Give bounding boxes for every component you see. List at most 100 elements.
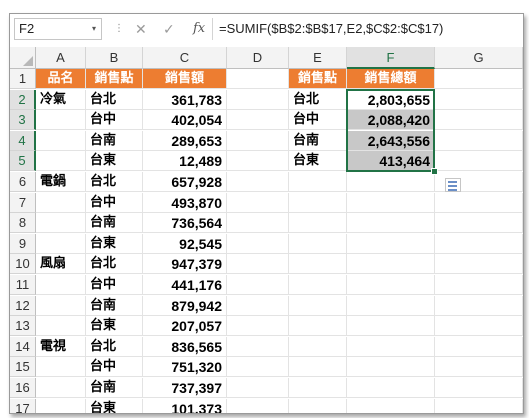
empty-cell[interactable] (289, 295, 347, 316)
sales-cell[interactable]: 836,565 (143, 336, 227, 357)
sales-cell[interactable]: 12,489 (143, 151, 227, 172)
location-cell[interactable]: 台中 (86, 110, 143, 131)
empty-cell[interactable] (289, 336, 347, 357)
location-cell[interactable]: 台中 (86, 275, 143, 295)
location-cell[interactable]: 台南 (86, 378, 143, 398)
empty-cell[interactable] (347, 233, 435, 254)
product-cell[interactable]: 電視 (36, 336, 86, 357)
sales-cell[interactable]: 441,176 (143, 275, 227, 295)
location-cell[interactable]: 台東 (86, 398, 143, 413)
empty-cell[interactable] (227, 192, 289, 213)
summary-location-cell[interactable]: 台南 (289, 130, 347, 151)
sales-cell[interactable]: 207,057 (143, 316, 227, 337)
empty-cell[interactable] (435, 233, 523, 254)
product-cell[interactable] (36, 110, 86, 131)
summary-total-cell[interactable]: 413,464 (347, 151, 435, 172)
empty-cell[interactable] (289, 357, 347, 378)
row-header-7[interactable]: 7 (10, 192, 36, 213)
empty-cell[interactable] (227, 151, 289, 172)
summary-location-cell[interactable]: 台北 (289, 89, 347, 110)
sales-cell[interactable]: 92,545 (143, 233, 227, 254)
column-header-b[interactable]: B (86, 47, 143, 69)
name-box[interactable]: F2 ▾ (14, 18, 102, 40)
row-header-11[interactable]: 11 (10, 275, 36, 295)
enter-icon[interactable]: ✓ (163, 19, 175, 39)
empty-cell[interactable] (289, 233, 347, 254)
row-header-3[interactable]: 3 (10, 110, 36, 131)
empty-cell[interactable] (227, 336, 289, 357)
table-header-cell[interactable]: 銷售額 (143, 69, 227, 89)
sales-cell[interactable]: 402,054 (143, 110, 227, 131)
column-header-d[interactable]: D (227, 47, 289, 69)
product-cell[interactable] (36, 378, 86, 398)
row-header-9[interactable]: 9 (10, 233, 36, 254)
empty-cell[interactable] (227, 213, 289, 234)
empty-cell[interactable] (227, 357, 289, 378)
empty-cell[interactable] (289, 254, 347, 275)
row-header-1[interactable]: 1 (10, 69, 36, 89)
column-header-a[interactable]: A (36, 47, 86, 69)
empty-cell[interactable] (435, 192, 523, 213)
sales-cell[interactable]: 289,653 (143, 130, 227, 151)
row-header-10[interactable]: 10 (10, 254, 36, 275)
empty-cell[interactable] (289, 378, 347, 398)
chevron-down-icon[interactable]: ▾ (92, 19, 96, 39)
product-cell[interactable] (36, 192, 86, 213)
location-cell[interactable]: 台東 (86, 233, 143, 254)
empty-cell[interactable] (347, 398, 435, 413)
empty-cell[interactable] (289, 172, 347, 192)
empty-cell[interactable] (227, 295, 289, 316)
empty-cell[interactable] (435, 357, 523, 378)
empty-cell[interactable] (435, 151, 523, 172)
product-cell[interactable]: 電鍋 (36, 172, 86, 192)
empty-cell[interactable] (227, 110, 289, 131)
empty-cell[interactable] (435, 89, 523, 110)
summary-header-cell[interactable]: 銷售點 (289, 69, 347, 89)
row-header-2[interactable]: 2 (10, 89, 36, 110)
quick-analysis-icon[interactable] (445, 178, 461, 192)
empty-cell[interactable] (435, 69, 523, 89)
sales-cell[interactable]: 751,320 (143, 357, 227, 378)
select-all-button[interactable] (10, 47, 36, 69)
product-cell[interactable] (36, 295, 86, 316)
location-cell[interactable]: 台南 (86, 130, 143, 151)
column-header-f[interactable]: F (347, 47, 435, 69)
empty-cell[interactable] (347, 295, 435, 316)
row-header-16[interactable]: 16 (10, 378, 36, 398)
empty-cell[interactable] (227, 172, 289, 192)
summary-total-cell[interactable]: 2,088,420 (347, 110, 435, 131)
row-header-6[interactable]: 6 (10, 172, 36, 192)
location-cell[interactable]: 台北 (86, 89, 143, 110)
empty-cell[interactable] (435, 378, 523, 398)
empty-cell[interactable] (227, 254, 289, 275)
empty-cell[interactable] (227, 130, 289, 151)
table-header-cell[interactable]: 品名 (36, 69, 86, 89)
empty-cell[interactable] (289, 192, 347, 213)
empty-cell[interactable] (347, 254, 435, 275)
summary-total-cell[interactable]: 2,803,655 (347, 89, 435, 110)
row-header-8[interactable]: 8 (10, 213, 36, 234)
row-header-5[interactable]: 5 (10, 151, 36, 172)
location-cell[interactable]: 台中 (86, 192, 143, 213)
product-cell[interactable] (36, 151, 86, 172)
empty-cell[interactable] (347, 336, 435, 357)
product-cell[interactable] (36, 398, 86, 413)
insert-function-icon[interactable]: fx (193, 19, 205, 39)
row-header-12[interactable]: 12 (10, 295, 36, 316)
empty-cell[interactable] (435, 398, 523, 413)
empty-cell[interactable] (435, 110, 523, 131)
drag-handle-icon[interactable]: ⋮ (114, 23, 125, 34)
product-cell[interactable] (36, 357, 86, 378)
location-cell[interactable]: 台北 (86, 172, 143, 192)
location-cell[interactable]: 台東 (86, 316, 143, 337)
summary-total-cell[interactable]: 2,643,556 (347, 130, 435, 151)
sales-cell[interactable]: 101,373 (143, 398, 227, 413)
summary-header-cell[interactable]: 銷售總額 (347, 69, 435, 89)
empty-cell[interactable] (435, 130, 523, 151)
location-cell[interactable]: 台東 (86, 151, 143, 172)
empty-cell[interactable] (289, 316, 347, 337)
sales-cell[interactable]: 736,564 (143, 213, 227, 234)
column-header-e[interactable]: E (289, 47, 347, 69)
summary-location-cell[interactable]: 台中 (289, 110, 347, 131)
empty-cell[interactable] (289, 275, 347, 295)
